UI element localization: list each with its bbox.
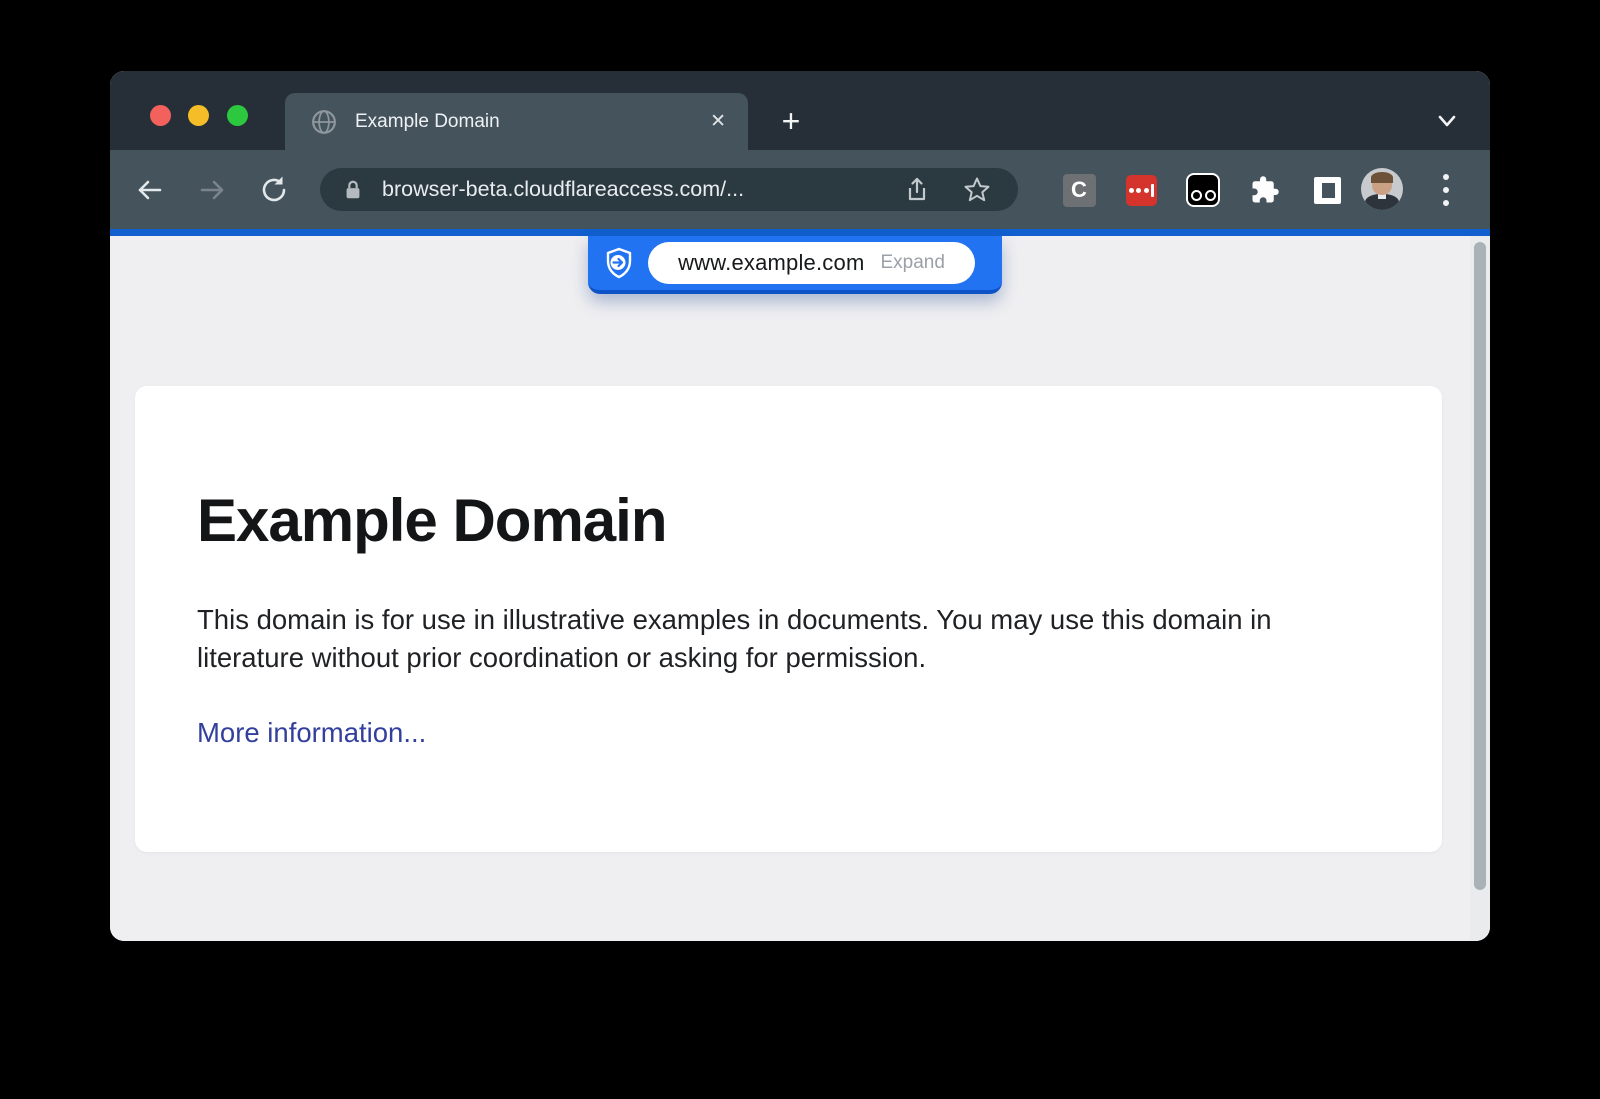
c-extension-badge: C xyxy=(1063,174,1096,207)
globe-icon xyxy=(311,109,337,135)
page-viewport: www.example.com Expand Example Domain Th… xyxy=(110,236,1490,941)
tab-close-button[interactable]: ✕ xyxy=(710,110,726,133)
browser-window: Example Domain ✕ + xyxy=(110,71,1490,941)
goggles-extension-icon[interactable] xyxy=(1185,172,1221,208)
browser-menu-icon[interactable] xyxy=(1432,172,1460,208)
isolation-accent-line xyxy=(110,229,1490,236)
reload-button[interactable] xyxy=(257,173,291,207)
isolated-domain: www.example.com xyxy=(678,250,864,276)
tab-strip: Example Domain ✕ + xyxy=(110,71,1490,150)
isolated-domain-pill: www.example.com Expand xyxy=(648,242,975,284)
more-information-link[interactable]: More information... xyxy=(197,717,426,749)
avatar xyxy=(1361,168,1403,210)
forward-button[interactable] xyxy=(195,173,229,207)
page-title: Example Domain xyxy=(197,486,1442,555)
chevron-down-icon[interactable] xyxy=(1432,109,1462,133)
back-button[interactable] xyxy=(133,173,167,207)
tab-title: Example Domain xyxy=(355,111,710,133)
example-domain-card: Example Domain This domain is for use in… xyxy=(135,386,1442,852)
side-panel-glyph xyxy=(1314,177,1341,204)
toolbar: browser-beta.cloudflareaccess.com/... C xyxy=(110,150,1490,229)
scrollbar-thumb[interactable] xyxy=(1474,242,1486,890)
password-manager-glyph xyxy=(1126,175,1157,206)
three-dots-glyph xyxy=(1432,174,1460,207)
share-icon[interactable] xyxy=(902,175,932,205)
shield-arrow-icon xyxy=(602,246,636,280)
extensions-puzzle-icon[interactable] xyxy=(1247,172,1283,208)
scrollbar-track[interactable] xyxy=(1470,236,1490,941)
isolation-banner[interactable]: www.example.com Expand xyxy=(588,236,1002,294)
zoom-window-button[interactable] xyxy=(227,105,248,126)
close-window-button[interactable] xyxy=(150,105,171,126)
profile-avatar[interactable] xyxy=(1361,168,1403,210)
lock-icon xyxy=(342,179,364,201)
new-tab-button[interactable]: + xyxy=(774,104,808,138)
goggles-glyph xyxy=(1186,173,1220,207)
browser-tab[interactable]: Example Domain ✕ xyxy=(285,93,748,150)
side-panel-icon[interactable] xyxy=(1309,172,1345,208)
c-extension-icon[interactable]: C xyxy=(1061,172,1097,208)
bookmark-star-icon[interactable] xyxy=(962,175,992,205)
expand-button[interactable]: Expand xyxy=(880,252,944,274)
url-bar[interactable]: browser-beta.cloudflareaccess.com/... xyxy=(320,168,1018,211)
url-text: browser-beta.cloudflareaccess.com/... xyxy=(382,177,902,202)
password-manager-extension-icon[interactable] xyxy=(1123,172,1159,208)
minimize-window-button[interactable] xyxy=(188,105,209,126)
page-paragraph: This domain is for use in illustrative e… xyxy=(197,601,1357,677)
